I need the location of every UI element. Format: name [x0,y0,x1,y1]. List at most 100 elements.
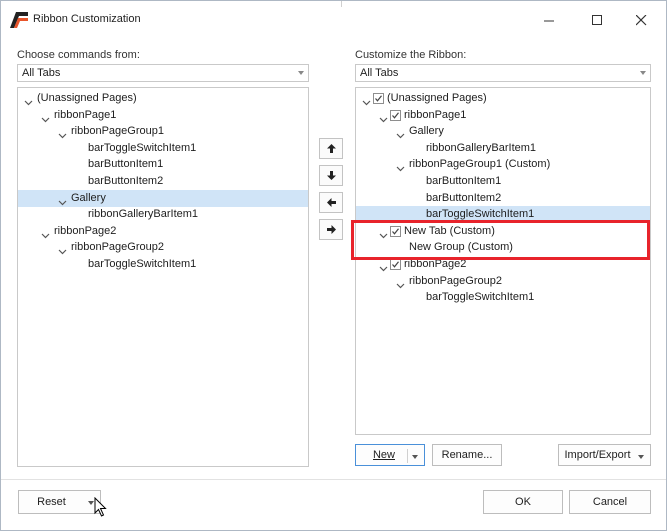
ribbon-tree[interactable]: (Unassigned Pages) ribbonPage1 Gallery ribb… [355,87,651,435]
tree-node-label: barButtonItem1 [88,158,164,171]
tree-node[interactable]: barToggleSwitchItem1 [18,140,308,157]
cancel-button-label: Cancel [592,496,628,508]
chevron-down-icon[interactable] [58,244,67,255]
combo-value: All Tabs [22,67,61,79]
tree-node-label: ribbonGalleryBarItem1 [88,208,199,221]
rename-button-label: Rename... [441,449,493,461]
tree-node[interactable]: ribbonPageGroup1 (Custom) [356,156,650,173]
tree-node-label: Gallery [71,191,106,204]
tree-node-label: barToggleSwitchItem1 [426,291,535,304]
tree-node-label: barButtonItem2 [88,175,164,187]
mouse-pointer-icon [94,497,107,517]
move-down-button[interactable] [319,165,343,186]
arrow-down-icon [326,171,336,180]
arrow-right-icon [326,225,336,234]
chevron-down-icon [638,455,644,459]
chevron-down-icon[interactable] [379,261,388,272]
minimize-button[interactable] [529,7,569,33]
chevron-down-icon[interactable] [41,228,50,239]
tree-node-label: ribbonPageGroup2 [71,241,164,254]
chevron-down-icon[interactable] [41,112,50,122]
tree-node-label: ribbonPage2 [54,224,117,237]
tree-node-label: barButtonItem1 [426,175,502,187]
chevron-down-icon[interactable] [362,95,371,106]
tree-node[interactable]: ribbonPageGroup2 [356,273,650,290]
rename-button[interactable]: Rename... [432,444,502,466]
chevron-down-icon[interactable] [58,195,67,205]
maximize-icon [591,14,602,25]
chevron-down-icon[interactable] [396,128,405,139]
tree-node[interactable]: barButtonItem1 [356,173,650,190]
tree-node-label: ribbonPageGroup1 (Custom) [409,158,551,171]
tree-node[interactable]: ribbonPageGroup2 [18,239,308,256]
import-export-button[interactable]: Import/Export [558,444,651,466]
chevron-down-icon [412,455,418,459]
commands-tree[interactable]: (Unassigned Pages) ribbonPage1 ribbonPageG… [17,87,309,467]
tree-node-label: ribbonPage1 [404,108,467,121]
tree-node-label: (Unassigned Pages) [387,92,487,104]
tree-node[interactable]: Gallery [356,123,650,140]
cancel-button[interactable]: Cancel [569,490,651,514]
new-button-label: New [372,449,395,461]
move-up-button[interactable] [319,138,343,159]
chevron-down-icon[interactable] [396,161,405,172]
tree-node-label: ribbonPageGroup2 [409,274,502,287]
tree-node-label: ribbonGalleryBarItem1 [426,141,537,154]
chevron-down-icon [298,71,304,75]
node-checkbox[interactable] [390,259,401,270]
title-bar: Ribbon Customization [1,1,666,39]
tree-node[interactable]: ribbonPageGroup1 [18,123,308,140]
chevron-down-icon[interactable] [396,278,405,288]
chevron-down-icon[interactable] [58,128,67,139]
tree-node[interactable]: barToggleSwitchItem1 [18,256,308,273]
tree-node[interactable]: barButtonItem2 [356,190,650,207]
close-button[interactable] [621,7,661,33]
import-export-label: Import/Export [564,449,631,461]
footer-divider [1,479,666,480]
tree-node[interactable]: barButtonItem2 [18,173,308,190]
choose-commands-label: Choose commands from: [17,49,140,61]
arrow-left-icon [326,198,336,207]
node-checkbox[interactable] [390,109,401,121]
choose-commands-combo[interactable]: All Tabs [17,64,309,82]
app-logo-icon [10,12,28,28]
move-left-button[interactable] [319,192,343,213]
arrow-up-icon [326,144,336,153]
tree-node-label: barToggleSwitchItem1 [88,258,197,270]
tree-node-label: barButtonItem2 [426,191,502,204]
customize-ribbon-label: Customize the Ribbon: [355,49,467,61]
chevron-down-icon[interactable] [379,112,388,122]
split-separator [407,449,408,463]
ok-button[interactable]: OK [483,490,563,514]
tree-node-label: (Unassigned Pages) [37,92,137,104]
highlight-box [351,220,650,260]
tree-node-label: Gallery [409,125,444,138]
maximize-button[interactable] [577,7,617,33]
move-right-button[interactable] [319,219,343,240]
combo-value: All Tabs [360,67,399,79]
tree-node[interactable]: (Unassigned Pages) [18,90,308,107]
tree-node[interactable]: ribbonPage1 [356,107,650,124]
window-title: Ribbon Customization [33,13,141,25]
node-checkbox[interactable] [373,93,384,104]
minimize-icon [543,20,554,21]
tree-node[interactable]: Gallery [18,189,308,207]
new-button[interactable]: New [355,444,425,466]
ribbon-customization-dialog: Ribbon Customization Choose commands fro… [0,0,667,531]
reset-button-label: Reset [37,496,66,508]
ok-button-label: OK [515,496,531,508]
chevron-down-icon [640,71,646,75]
chevron-down-icon[interactable] [24,95,33,106]
tree-node[interactable]: barToggleSwitchItem1 [356,289,650,306]
tree-node[interactable]: ribbonPage1 [18,107,308,124]
reset-button[interactable]: Reset [18,490,101,514]
tree-node[interactable]: ribbonPage2 [18,223,308,240]
tree-node[interactable]: barButtonItem1 [18,156,308,173]
tree-node-label: barToggleSwitchItem1 [88,141,197,154]
tree-node[interactable]: ribbonGalleryBarItem1 [356,140,650,157]
tree-node[interactable]: (Unassigned Pages) [356,90,650,107]
customize-ribbon-combo[interactable]: All Tabs [355,64,651,82]
tree-node[interactable]: ribbonGalleryBarItem1 [18,206,308,223]
tree-node-label: ribbonPageGroup1 [71,125,164,138]
tree-node-label: ribbonPage1 [54,108,117,121]
